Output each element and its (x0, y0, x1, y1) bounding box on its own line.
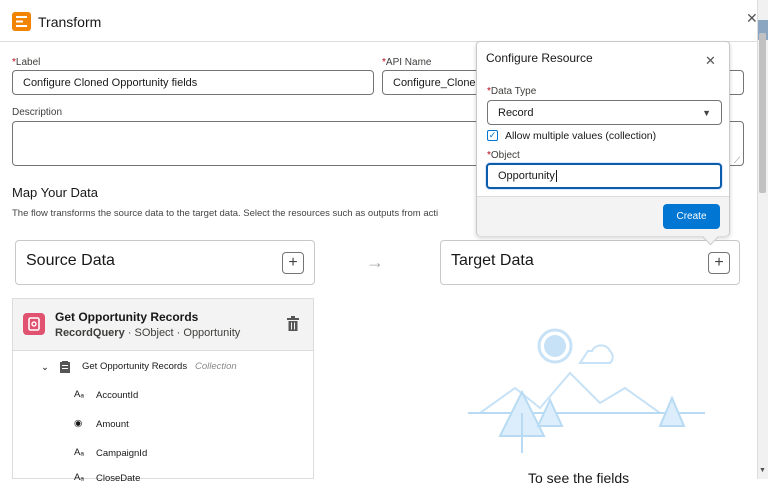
field-campaignid[interactable]: CampaignId (96, 448, 147, 459)
arrow-right-icon: → (366, 252, 384, 272)
chevron-down-icon: ▼ (702, 107, 711, 118)
add-source-button[interactable]: + (282, 252, 304, 274)
create-button[interactable]: Create (663, 204, 720, 229)
field-accountid[interactable]: AccountId (96, 390, 138, 401)
text-field-icon: Aₐ (74, 472, 84, 483)
record-panel-header (12, 298, 314, 350)
target-empty-text: To see the fields (528, 470, 630, 486)
text-field-icon: Aₐ (74, 447, 84, 458)
source-data-title: Source Data (26, 252, 115, 269)
allow-multiple-checkbox[interactable]: ✓ (487, 130, 498, 141)
modal-title: Transform (38, 14, 102, 30)
add-target-button[interactable]: + (708, 252, 730, 274)
collection-icon (60, 360, 70, 378)
scrollbar-thumb[interactable] (759, 33, 766, 193)
chevron-down-icon[interactable]: ⌄ (41, 362, 49, 373)
popover-title: Configure Resource (486, 51, 593, 65)
currency-field-icon: ◉ (74, 418, 83, 429)
record-query-icon (23, 313, 45, 335)
map-section-description: The flow transforms the source data to t… (12, 208, 439, 219)
trash-icon[interactable] (286, 316, 300, 337)
label-input[interactable]: Configure Cloned Opportunity fields (12, 70, 374, 95)
empty-state-illustration (460, 318, 720, 463)
field-amount[interactable]: Amount (96, 419, 129, 430)
popover-close-icon[interactable]: ✕ (705, 53, 716, 69)
object-input[interactable]: Opportunity (486, 163, 722, 189)
record-subtitle: RecordQuery · SObject · Opportunity (55, 327, 241, 339)
label-caption: *Label (12, 57, 41, 68)
data-type-select[interactable]: Record ▼ (487, 100, 722, 125)
modal-header (0, 0, 757, 42)
map-section-title: Map Your Data (12, 185, 99, 200)
text-field-icon: Aₐ (74, 389, 84, 400)
record-title: Get Opportunity Records (55, 310, 199, 324)
target-data-title: Target Data (451, 252, 534, 269)
object-caption: *Object (487, 150, 520, 161)
scroll-down-icon[interactable]: ▼ (759, 467, 766, 474)
description-caption: Description (12, 107, 63, 118)
tree-root-label[interactable]: Get Opportunity Records Collection (82, 361, 237, 372)
data-type-caption: *Data Type (487, 86, 537, 97)
allow-multiple-label: Allow multiple values (collection) (505, 130, 657, 142)
transform-icon (12, 12, 31, 31)
resize-handle-icon[interactable]: ⟋ (734, 155, 740, 166)
api-name-caption: *API Name (382, 57, 432, 68)
close-icon[interactable]: ✕ (746, 10, 758, 27)
